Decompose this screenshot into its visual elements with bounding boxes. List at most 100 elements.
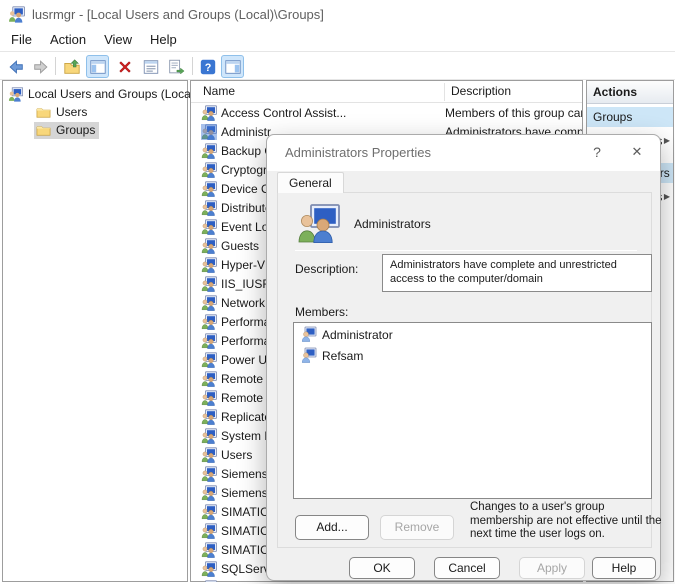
up-folder-icon	[63, 58, 80, 74]
group-icon	[201, 143, 217, 159]
chevron-right-icon: ▶	[663, 192, 670, 201]
add-button[interactable]: Add...	[295, 515, 369, 540]
group-icon	[201, 143, 217, 159]
console-tree-icon	[89, 59, 106, 74]
group-icon	[201, 428, 217, 444]
members-listbox[interactable]: Administrator Refsam	[293, 322, 652, 499]
group-icon	[201, 181, 217, 197]
export-list-button[interactable]	[164, 55, 187, 78]
group-icon	[201, 504, 217, 520]
dialog-titlebar: Administrators Properties ? ✕	[267, 135, 660, 171]
tree-item-users[interactable]: Users	[36, 103, 87, 121]
group-icon	[201, 352, 217, 368]
group-icon	[201, 238, 217, 254]
column-header-name[interactable]: Name	[203, 84, 235, 98]
show-action-pane-toggle[interactable]	[221, 55, 244, 78]
help-button[interactable]: Help	[592, 557, 656, 579]
dialog-help-icon[interactable]: ?	[578, 135, 616, 169]
back-arrow-icon	[8, 59, 23, 74]
help-icon: ?	[200, 59, 215, 74]
remove-button[interactable]: Remove	[380, 515, 454, 540]
description-label: Description:	[295, 262, 359, 276]
tree-item-groups[interactable]: Groups	[34, 121, 100, 139]
group-name-cell: Performa	[221, 315, 271, 329]
group-icon	[201, 466, 217, 482]
group-name-cell: Users	[221, 448, 253, 462]
group-icon	[201, 390, 217, 406]
group-icon	[201, 466, 217, 482]
help-button[interactable]: ?	[196, 55, 219, 78]
group-icon	[201, 124, 217, 140]
ok-button[interactable]: OK	[349, 557, 415, 579]
delete-button[interactable]	[113, 55, 136, 78]
menu-file[interactable]: File	[2, 29, 41, 50]
group-icon	[201, 276, 217, 292]
group-icon	[201, 295, 217, 311]
apply-button[interactable]: Apply	[519, 557, 585, 579]
group-icon	[201, 561, 217, 577]
cancel-button[interactable]: Cancel	[434, 557, 500, 579]
general-tab-page: Administrators Description: Administrato…	[277, 192, 662, 548]
table-row[interactable]: Access Control Assist... Members of this…	[191, 104, 582, 123]
list-header: Name Description	[191, 81, 582, 103]
group-description-cell: Members of this group can remot...	[445, 106, 582, 120]
group-icon	[201, 219, 217, 235]
group-icon	[201, 409, 217, 425]
app-icon	[9, 5, 25, 23]
description-input[interactable]: Administrators have complete and unrestr…	[382, 254, 652, 292]
toolbar-separator	[55, 57, 56, 75]
properties-icon	[143, 59, 158, 74]
column-header-description[interactable]: Description	[451, 84, 511, 98]
tab-general[interactable]: General	[277, 172, 344, 193]
chevron-right-icon: ▶	[663, 136, 670, 145]
tree-selection-highlight: Groups	[34, 121, 100, 139]
properties-button[interactable]	[139, 55, 162, 78]
group-icon	[201, 485, 217, 501]
actions-header: Actions	[587, 81, 673, 104]
member-list-item[interactable]: Refsam	[294, 347, 651, 365]
group-icon	[201, 371, 217, 387]
forward-button[interactable]	[29, 55, 52, 78]
group-name-cell: Distribute	[221, 201, 272, 215]
svg-text:?: ?	[204, 62, 211, 74]
back-button[interactable]	[4, 55, 27, 78]
user-icon	[301, 326, 317, 342]
up-folder-button[interactable]	[60, 55, 83, 78]
group-icon	[201, 371, 217, 387]
window-titlebar: lusrmgr - [Local Users and Groups (Local…	[0, 0, 675, 28]
folder-icon	[36, 107, 51, 118]
user-icon	[301, 347, 317, 363]
group-icon	[201, 428, 217, 444]
dialog-title: Administrators Properties	[285, 145, 431, 160]
lusrmgr-window: lusrmgr - [Local Users and Groups (Local…	[0, 0, 675, 584]
group-name-cell: Replicato	[221, 410, 272, 424]
toolbar-separator	[192, 57, 193, 75]
column-divider[interactable]	[444, 83, 445, 101]
group-icon	[201, 485, 217, 501]
group-icon	[201, 352, 217, 368]
group-icon	[8, 86, 23, 102]
group-icon	[201, 580, 217, 582]
show-console-tree-toggle[interactable]	[86, 55, 109, 78]
actions-section-groups[interactable]: Groups	[587, 107, 673, 127]
menu-action[interactable]: Action	[41, 29, 95, 50]
group-icon	[201, 200, 217, 216]
group-icon	[201, 542, 217, 558]
action-pane-icon	[224, 59, 241, 74]
tree-item-label: Users	[56, 105, 88, 119]
export-list-icon	[168, 59, 184, 74]
member-list-item[interactable]: Administrator	[294, 326, 651, 344]
group-icon-large	[298, 204, 340, 243]
menu-help[interactable]: Help	[141, 29, 186, 50]
tree-root-local-users-and-groups[interactable]: Local Users and Groups (Local)	[8, 85, 197, 103]
group-icon	[201, 276, 217, 292]
group-icon	[201, 523, 217, 539]
delete-x-icon	[118, 60, 131, 73]
group-icon	[201, 219, 217, 235]
separator	[295, 250, 637, 251]
group-icon	[201, 238, 217, 254]
tree-root-label: Local Users and Groups (Local)	[28, 87, 198, 101]
menu-view[interactable]: View	[95, 29, 141, 50]
close-icon[interactable]: ✕	[618, 135, 656, 169]
group-icon	[201, 447, 217, 463]
